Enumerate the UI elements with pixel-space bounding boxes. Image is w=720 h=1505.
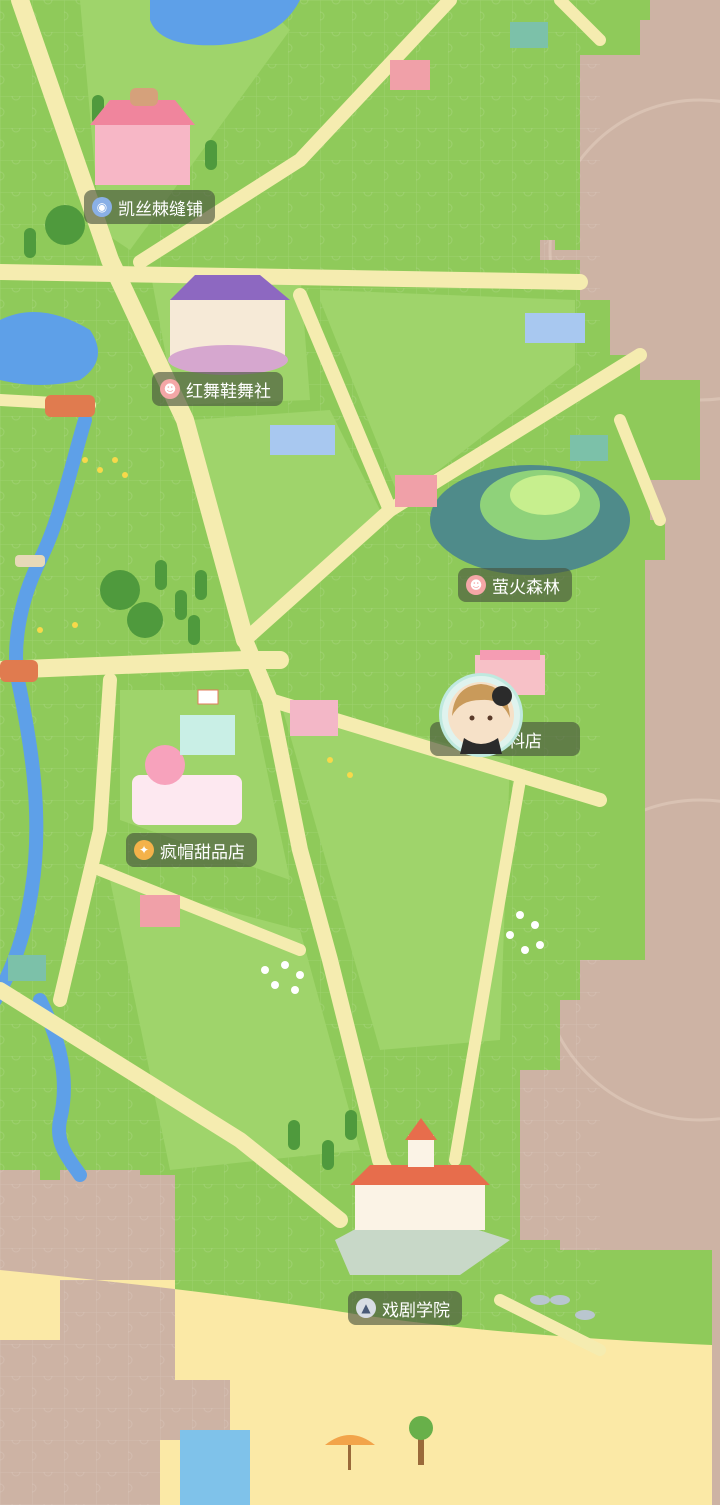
handbag-icon: ◉ — [92, 197, 112, 217]
location-name: 戏剧学院 — [382, 1300, 450, 1321]
player-avatar[interactable] — [442, 676, 520, 754]
world-map[interactable] — [0, 0, 720, 1505]
location-label-fengmao[interactable]: ✦ 疯帽甜品店 — [126, 833, 257, 867]
location-name: 萤火森林 — [492, 577, 560, 598]
location-name: 疯帽甜品店 — [160, 842, 245, 863]
theater-mask-icon: ☻ — [160, 379, 180, 399]
hongwu-building[interactable] — [168, 275, 290, 375]
location-label-kaisi[interactable]: ◉ 凯丝棘缝铺 — [84, 190, 215, 224]
location-label-xiju[interactable]: ▲ 戏剧学院 — [348, 1291, 462, 1325]
sea — [180, 1430, 250, 1505]
beach — [0, 1280, 60, 1340]
theater-mask-icon: ☻ — [466, 575, 486, 595]
fork-knife-icon: ✦ — [134, 840, 154, 860]
firefly-forest — [430, 465, 630, 575]
location-label-hongwu[interactable]: ☻ 红舞鞋舞社 — [152, 372, 283, 406]
location-name: 凯丝棘缝铺 — [118, 199, 203, 220]
location-name: 红舞鞋舞社 — [186, 381, 271, 402]
graduation-cap-icon: ▲ — [356, 1298, 376, 1318]
location-label-yinghuo[interactable]: ☻ 萤火森林 — [458, 568, 572, 602]
player-avatar-face — [448, 682, 514, 754]
